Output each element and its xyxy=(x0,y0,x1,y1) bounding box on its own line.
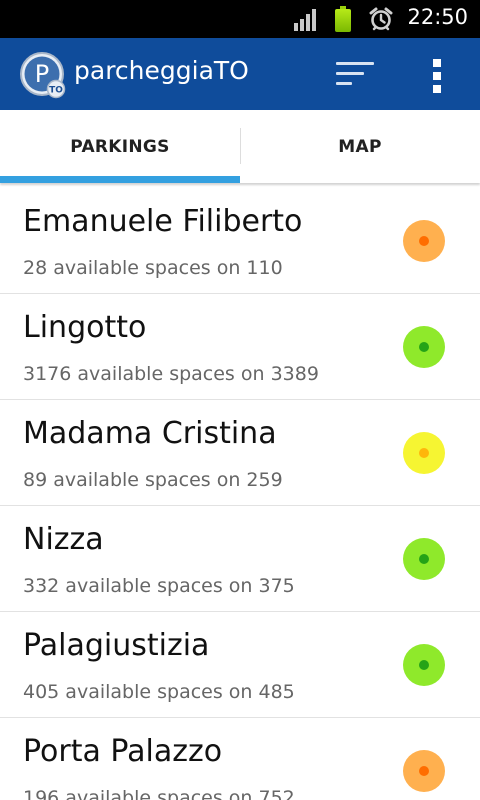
tab-selected-indicator xyxy=(0,176,240,183)
parking-list[interactable]: Emanuele Filiberto 28 available spaces o… xyxy=(0,188,480,800)
sort-icon xyxy=(336,62,374,65)
status-indicator-icon xyxy=(403,538,445,580)
app-title: parcheggiaTO xyxy=(74,56,249,85)
signal-icon xyxy=(294,9,318,31)
sort-button[interactable] xyxy=(326,52,382,96)
app-icon-letter: P xyxy=(35,60,49,88)
status-indicator-icon xyxy=(403,326,445,368)
status-indicator-icon xyxy=(403,644,445,686)
parking-name: Lingotto xyxy=(23,310,147,345)
list-item[interactable]: Emanuele Filiberto 28 available spaces o… xyxy=(0,188,480,294)
parking-availability: 405 available spaces on 485 xyxy=(23,681,295,703)
parking-name: Madama Cristina xyxy=(23,416,277,451)
tab-map[interactable]: MAP xyxy=(240,110,480,183)
status-bar: 22:50 xyxy=(0,0,480,38)
parking-name: Porta Palazzo xyxy=(23,734,223,769)
parking-availability: 28 available spaces on 110 xyxy=(23,257,283,279)
tab-parkings-label: PARKINGS xyxy=(70,136,170,157)
parking-name: Palagiustizia xyxy=(23,628,210,663)
status-indicator-icon xyxy=(403,432,445,474)
parking-availability: 3176 available spaces on 3389 xyxy=(23,363,319,385)
list-item[interactable]: Porta Palazzo 196 available spaces on 75… xyxy=(0,718,480,800)
parking-name: Nizza xyxy=(23,522,104,557)
parking-availability: 89 available spaces on 259 xyxy=(23,469,283,491)
status-indicator-icon xyxy=(403,220,445,262)
list-item[interactable]: Nizza 332 available spaces on 375 xyxy=(0,506,480,612)
parking-name: Emanuele Filiberto xyxy=(23,204,303,239)
battery-icon xyxy=(334,6,352,32)
app-icon-sub: TO xyxy=(49,86,63,96)
alarm-icon xyxy=(369,7,393,31)
action-bar: P TO parcheggiaTO xyxy=(0,38,480,110)
overflow-menu-icon[interactable] xyxy=(420,52,456,96)
tab-parkings[interactable]: PARKINGS xyxy=(0,110,240,183)
list-item[interactable]: Madama Cristina 89 available spaces on 2… xyxy=(0,400,480,506)
tab-bar: PARKINGS MAP xyxy=(0,110,480,183)
list-item[interactable]: Lingotto 3176 available spaces on 3389 xyxy=(0,294,480,400)
clock-time: 22:50 xyxy=(407,5,468,29)
parking-availability: 196 available spaces on 752 xyxy=(23,787,295,800)
parking-logo-icon[interactable]: P TO xyxy=(19,51,67,99)
status-indicator-icon xyxy=(403,750,445,792)
list-item[interactable]: Palagiustizia 405 available spaces on 48… xyxy=(0,612,480,718)
parking-availability: 332 available spaces on 375 xyxy=(23,575,295,597)
tab-map-label: MAP xyxy=(338,136,382,157)
